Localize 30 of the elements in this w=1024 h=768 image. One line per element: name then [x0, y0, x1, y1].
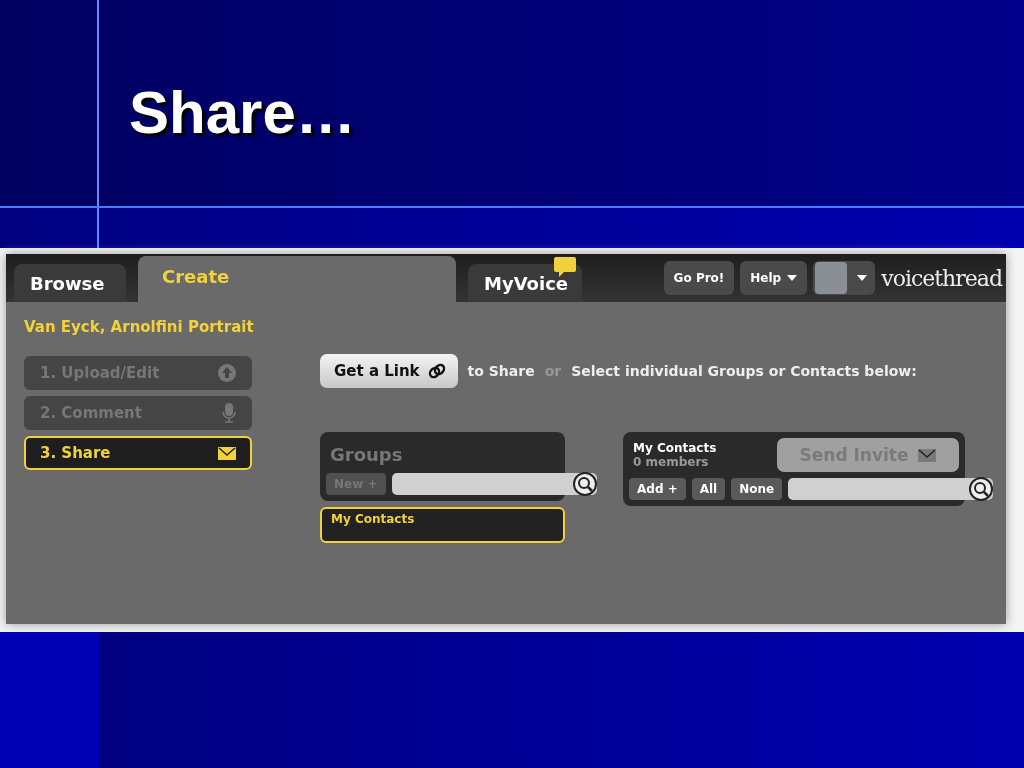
envelope-icon: [218, 446, 236, 460]
avatar-placeholder: [815, 262, 848, 294]
nav-tab[interactable]: MyVoice: [468, 264, 582, 302]
get-link-button[interactable]: Get a Link: [320, 354, 458, 388]
share-text: to Share: [467, 363, 535, 379]
step-button[interactable]: 3. Share: [24, 436, 252, 470]
search-icon[interactable]: [572, 472, 597, 496]
panel-title: Groups: [329, 443, 404, 467]
contacts-title: My Contacts: [633, 441, 717, 455]
contact-action-button[interactable]: Add +: [629, 478, 686, 500]
envelope-icon: [918, 448, 937, 462]
instruction-text: Select individual Groups or Contacts below:: [571, 363, 917, 379]
caret-icon: [857, 275, 868, 281]
group-item[interactable]: My Contacts: [320, 507, 565, 543]
header-button[interactable]: Help: [740, 261, 808, 295]
contact-action-button[interactable]: None: [731, 478, 783, 500]
header-button[interactable]: Go Pro!: [663, 261, 735, 295]
search-field[interactable]: [788, 478, 994, 500]
logo: voicethread: [881, 265, 1002, 291]
nav-tab[interactable]: Browse: [14, 264, 126, 302]
nav-tab[interactable]: Create: [138, 256, 456, 302]
chain-link-icon: [427, 362, 446, 380]
user-menu-button[interactable]: [813, 261, 876, 295]
member-count: 0 members: [633, 455, 710, 469]
contact-action-button[interactable]: All: [691, 478, 726, 500]
search-field[interactable]: [391, 473, 597, 495]
slide-title: Share…: [129, 78, 356, 147]
project-title: Van Eyck, Arnolfini Portrait: [24, 318, 255, 336]
search-icon[interactable]: [969, 477, 994, 501]
microphone-icon: [222, 403, 236, 423]
